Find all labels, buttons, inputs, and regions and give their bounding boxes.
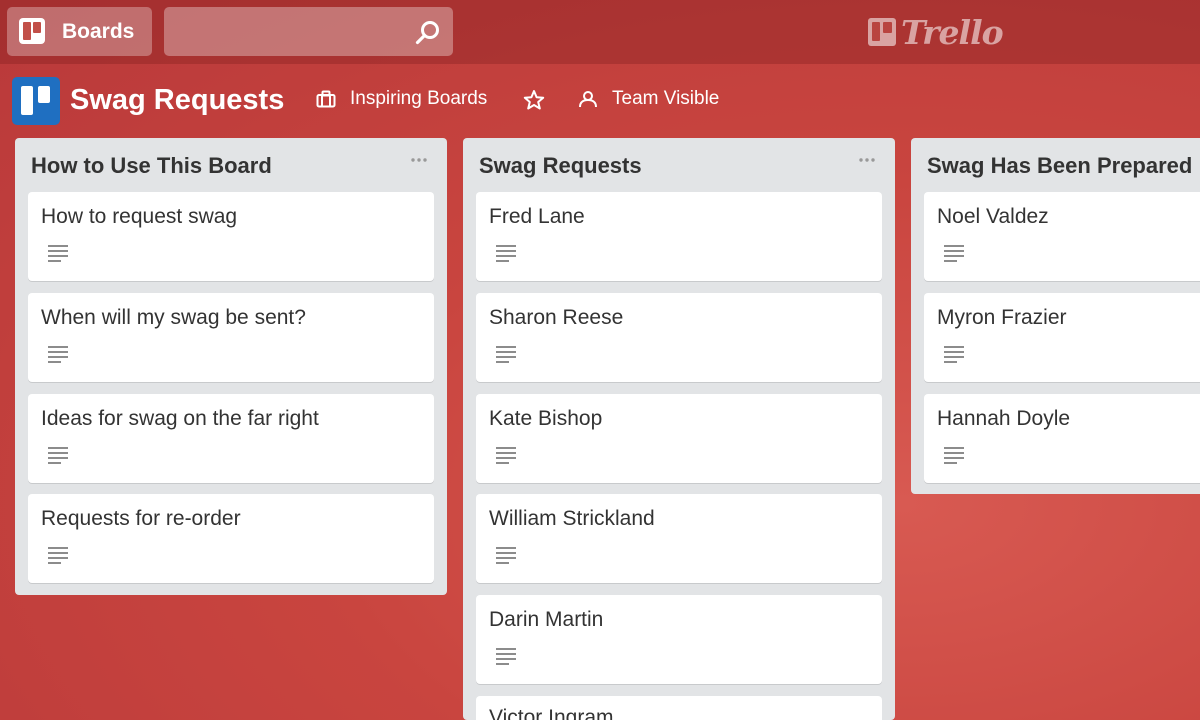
list-title[interactable]: How to Use This Board xyxy=(31,153,272,179)
card-title: Sharon Reese xyxy=(489,306,624,329)
description-icon xyxy=(944,245,964,262)
card-title: Fred Lane xyxy=(489,205,585,228)
list-menu-icon[interactable] xyxy=(857,150,877,170)
team-button[interactable]: Inspiring Boards xyxy=(316,88,487,110)
card-title: Kate Bishop xyxy=(489,407,603,430)
list-menu-icon[interactable] xyxy=(409,150,429,170)
card[interactable]: Myron Frazier xyxy=(924,293,1200,382)
description-icon xyxy=(48,447,68,464)
list-how-to-use[interactable]: How to Use This Board How to request swa… xyxy=(15,138,447,595)
card[interactable]: Fred Lane xyxy=(476,192,882,281)
list-title[interactable]: Swag Requests xyxy=(479,153,642,179)
search-input[interactable] xyxy=(164,7,432,56)
card[interactable]: Noel Valdez xyxy=(924,192,1200,281)
board-icon xyxy=(12,77,60,125)
card[interactable]: When will my swag be sent? xyxy=(28,293,434,382)
card[interactable]: How to request swag xyxy=(28,192,434,281)
top-header: Boards Trello xyxy=(0,0,1200,64)
card-title: William Strickland xyxy=(489,507,655,530)
team-label: Inspiring Boards xyxy=(350,88,488,109)
description-icon xyxy=(48,547,68,564)
card[interactable]: Ideas for swag on the far right xyxy=(28,394,434,483)
card-title: Victor Ingram xyxy=(489,706,614,720)
search-icon[interactable] xyxy=(414,19,442,47)
trello-logo-icon xyxy=(868,18,896,46)
card[interactable]: Victor Ingram xyxy=(476,696,882,720)
description-icon xyxy=(496,245,516,262)
description-icon xyxy=(944,346,964,363)
card[interactable]: Hannah Doyle xyxy=(924,394,1200,483)
card-title: Ideas for swag on the far right xyxy=(41,407,319,430)
team-icon xyxy=(579,91,597,108)
board-title[interactable]: Swag Requests xyxy=(70,84,284,117)
trello-logo[interactable]: Trello xyxy=(868,12,1004,52)
description-icon xyxy=(48,245,68,262)
card-title: Hannah Doyle xyxy=(937,407,1071,430)
description-icon xyxy=(944,447,964,464)
briefcase-icon xyxy=(316,90,336,108)
card[interactable]: William Strickland xyxy=(476,494,882,583)
card-title: Noel Valdez xyxy=(937,205,1049,228)
card-title: When will my swag be sent? xyxy=(41,306,306,329)
description-icon xyxy=(496,346,516,363)
description-icon xyxy=(496,648,516,665)
card-title: How to request swag xyxy=(41,205,238,228)
board-header: Swag Requests Inspiring Boards Team Visi… xyxy=(0,64,1200,136)
list-swag-requests[interactable]: Swag Requests Fred Lane Sharon Reese Kat… xyxy=(463,138,895,720)
card[interactable]: Requests for re-order xyxy=(28,494,434,583)
list-swag-prepared[interactable]: Swag Has Been Prepared Noel Valdez Myron… xyxy=(911,138,1200,494)
description-icon xyxy=(48,346,68,363)
boards-label: Boards xyxy=(62,20,135,43)
star-icon[interactable] xyxy=(523,89,545,111)
card-title: Requests for re-order xyxy=(41,507,241,530)
boards-icon xyxy=(19,18,45,44)
list-title[interactable]: Swag Has Been Prepared xyxy=(927,153,1192,179)
card-title: Myron Frazier xyxy=(937,306,1067,329)
description-icon xyxy=(496,447,516,464)
card-title: Darin Martin xyxy=(489,608,604,631)
description-icon xyxy=(496,547,516,564)
search-box[interactable] xyxy=(164,7,453,56)
card[interactable]: Darin Martin xyxy=(476,595,882,684)
trello-logo-text: Trello xyxy=(901,12,1004,52)
boards-button[interactable]: Boards xyxy=(7,7,152,56)
visibility-button[interactable]: Team Visible xyxy=(578,88,719,110)
visibility-label: Team Visible xyxy=(612,88,720,109)
card[interactable]: Kate Bishop xyxy=(476,394,882,483)
card[interactable]: Sharon Reese xyxy=(476,293,882,382)
